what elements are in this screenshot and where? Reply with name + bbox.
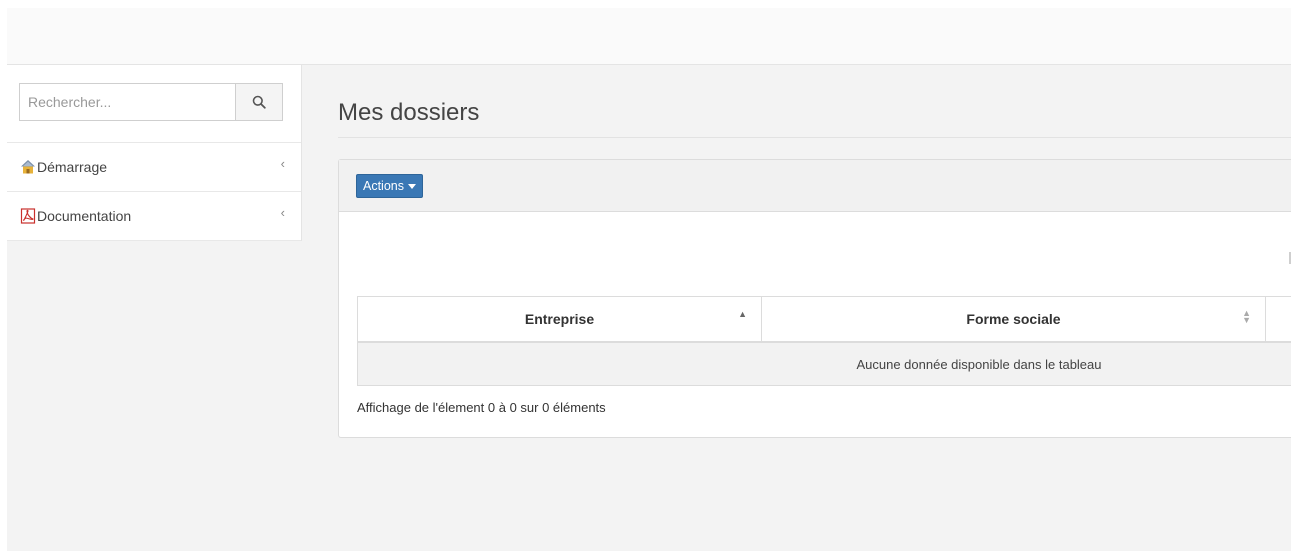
pdf-icon: [20, 208, 36, 224]
chevron-left-icon: ‹: [280, 156, 285, 171]
house-icon: [20, 159, 36, 175]
box-header: Actions: [339, 160, 1291, 212]
dossiers-table-wrapper: Entreprise ▲ Forme sociale ▲ ▼ Aucune do…: [357, 296, 1291, 386]
empty-table-message: Aucune donnée disponible dans le tableau: [357, 341, 1291, 386]
table-row: Aucune donnée disponible dans le tableau: [357, 341, 1291, 386]
sidebar: Démarrage ‹ Documentation ‹: [7, 65, 302, 241]
table-info: Affichage de l'élement 0 à 0 sur 0 éléme…: [357, 400, 606, 415]
sort-both-icon: ▲ ▼: [1242, 308, 1251, 325]
sidebar-item-demarrage[interactable]: Démarrage ‹: [7, 143, 301, 192]
column-header-forme-sociale[interactable]: Forme sociale ▲ ▼: [761, 296, 1266, 343]
column-header-entreprise[interactable]: Entreprise ▲: [357, 296, 762, 343]
search-button[interactable]: [235, 83, 283, 121]
main-content: Mes dossiers Actions Entreprise ▲ Forme …: [338, 65, 1291, 438]
sort-asc-icon: ▲: [738, 309, 747, 319]
chevron-left-icon: ‹: [280, 205, 285, 220]
column-header-extra[interactable]: [1265, 296, 1291, 343]
caret-down-icon: [408, 183, 416, 189]
search-icon: [252, 95, 266, 109]
table-header-row: Entreprise ▲ Forme sociale ▲ ▼: [357, 296, 1291, 343]
actions-dropdown-button[interactable]: Actions: [356, 174, 423, 198]
sidebar-item-label: Documentation: [37, 208, 132, 224]
dossiers-table: Entreprise ▲ Forme sociale ▲ ▼ Aucune do…: [357, 296, 1291, 386]
page-title: Mes dossiers: [338, 65, 1291, 138]
column-header-label: Entreprise: [524, 311, 595, 327]
dossiers-box: Actions Entreprise ▲ Forme sociale ▲ ▼ A…: [338, 159, 1291, 438]
sidebar-item-documentation[interactable]: Documentation ‹: [7, 192, 301, 241]
sidebar-search: [7, 65, 301, 143]
app-frame: Démarrage ‹ Documentation ‹ Mes dossiers…: [7, 8, 1291, 551]
column-header-label: Forme sociale: [966, 311, 1061, 327]
top-navbar: [7, 8, 1291, 65]
actions-label: Actions: [363, 179, 404, 193]
sidebar-item-label: Démarrage: [37, 159, 108, 175]
search-input[interactable]: [19, 83, 235, 121]
